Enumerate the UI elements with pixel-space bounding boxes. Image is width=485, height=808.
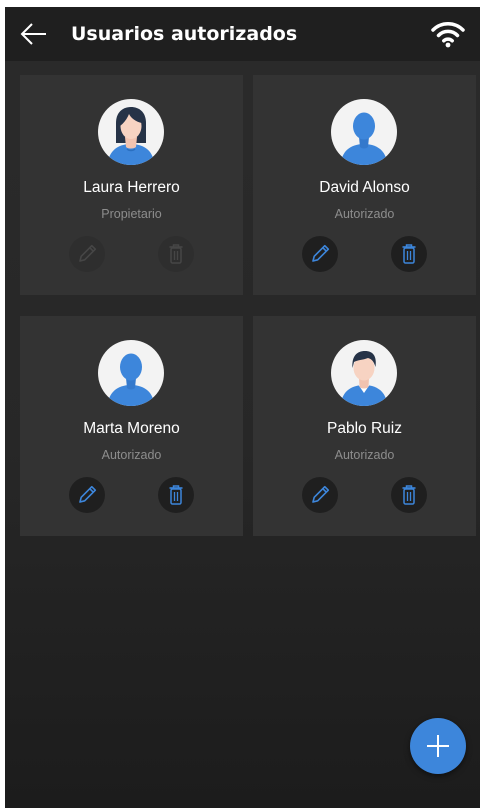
user-card[interactable]: Pablo Ruiz Autorizado [253, 316, 476, 536]
user-card[interactable]: Marta Moreno Autorizado [20, 316, 243, 536]
wifi-icon [431, 22, 465, 48]
app-screen: Usuarios autorizados Laura Herrero Propi… [5, 7, 480, 808]
user-name: David Alonso [319, 179, 410, 196]
delete-button[interactable] [391, 477, 427, 513]
user-card[interactable]: Laura Herrero Propietario [20, 75, 243, 295]
user-role: Autorizado [334, 448, 395, 462]
back-button[interactable] [19, 19, 49, 49]
avatar [98, 99, 164, 165]
delete-button [158, 236, 194, 272]
user-name: Pablo Ruiz [327, 420, 402, 437]
pencil-icon [79, 244, 97, 262]
page-title: Usuarios autorizados [71, 23, 298, 45]
trash-icon [402, 244, 416, 264]
trash-icon [402, 485, 416, 505]
user-name: Marta Moreno [83, 420, 180, 437]
avatar [331, 99, 397, 165]
edit-button [69, 236, 105, 272]
male-user-icon [341, 351, 387, 406]
delete-button[interactable] [391, 236, 427, 272]
avatar [331, 340, 397, 406]
user-silhouette-icon [108, 353, 154, 406]
app-header: Usuarios autorizados [5, 7, 480, 61]
pencil-icon [312, 485, 330, 503]
delete-button[interactable] [158, 477, 194, 513]
add-user-button[interactable] [410, 718, 466, 774]
user-card[interactable]: David Alonso Autorizado [253, 75, 476, 295]
plus-icon [427, 735, 449, 757]
user-role: Autorizado [101, 448, 162, 462]
user-name: Laura Herrero [83, 179, 180, 196]
female-user-icon [108, 107, 154, 165]
edit-button[interactable] [302, 236, 338, 272]
edit-button[interactable] [302, 477, 338, 513]
wifi-status [430, 20, 466, 48]
user-silhouette-icon [341, 112, 387, 165]
pencil-icon [312, 244, 330, 262]
user-role: Propietario [101, 207, 162, 221]
avatar [98, 340, 164, 406]
trash-icon [169, 244, 183, 264]
arrow-left-icon [20, 23, 46, 45]
user-role: Autorizado [334, 207, 395, 221]
trash-icon [169, 485, 183, 505]
edit-button[interactable] [69, 477, 105, 513]
pencil-icon [79, 485, 97, 503]
